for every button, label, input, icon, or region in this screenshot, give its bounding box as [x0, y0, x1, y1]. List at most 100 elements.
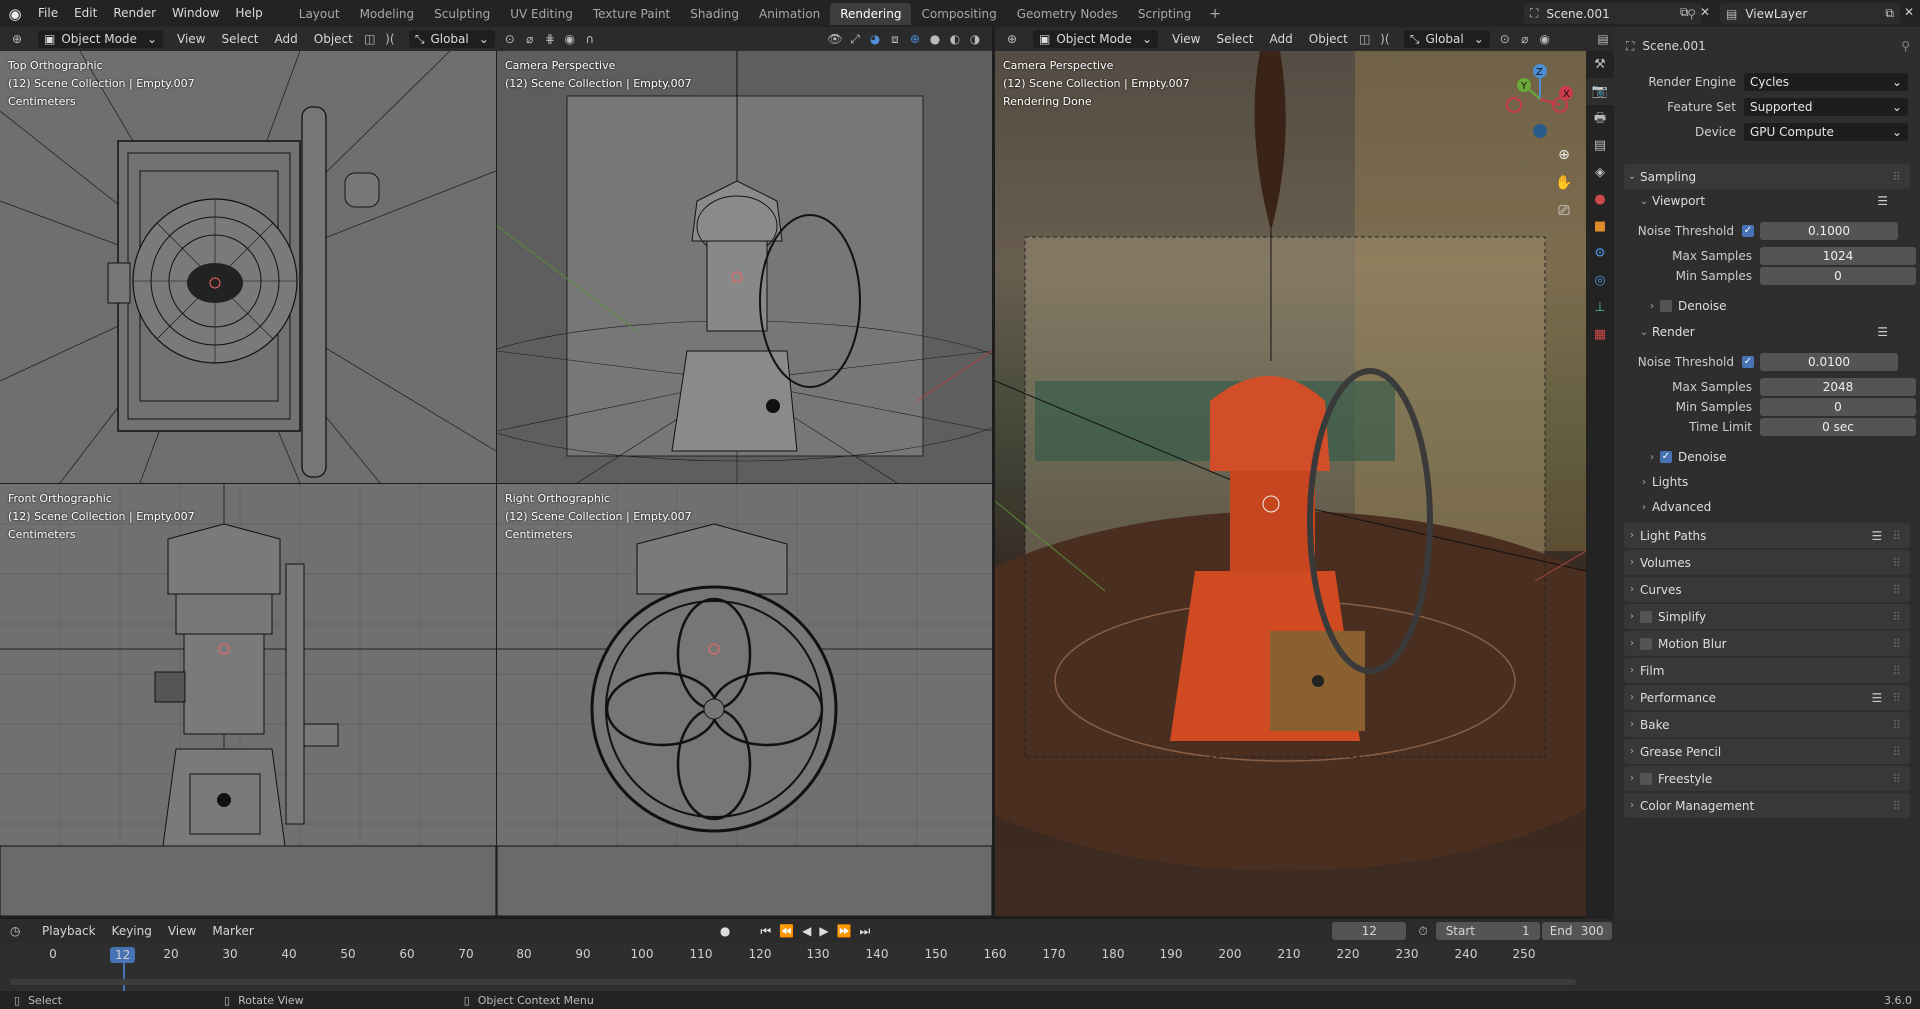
jump-end-icon[interactable]: ⏭ — [860, 924, 871, 939]
timeline-editor-icon[interactable]: ◷ — [10, 924, 34, 938]
presets-list-icon[interactable]: ☰ — [1871, 691, 1882, 705]
tool-tab-icon[interactable]: ⚒ — [1586, 51, 1614, 78]
snap-icon[interactable]: ⌀ — [521, 30, 539, 48]
world-tab-icon[interactable]: ● — [1586, 186, 1614, 213]
menu-view[interactable]: View — [1164, 32, 1208, 46]
overlay-icon[interactable]: ◕ — [866, 30, 884, 48]
simplify-panel[interactable]: › Simplify ⠿ — [1624, 604, 1910, 629]
presets-list-icon[interactable]: ☰ — [1877, 325, 1888, 339]
rendered-shading-icon[interactable]: ◑ — [966, 30, 984, 48]
menu-select[interactable]: Select — [213, 32, 266, 46]
wireframe-shading-icon[interactable]: ⊕ — [906, 30, 924, 48]
snap-curve-icon[interactable]: )( — [1376, 30, 1394, 48]
orientation-dropdown[interactable]: ⤡ Global ⌄ — [408, 30, 495, 48]
drag-handle-icon[interactable]: ⠿ — [1892, 691, 1902, 705]
snap-curve-icon[interactable]: )( — [381, 30, 399, 48]
constraint-tab-icon[interactable]: ⊥ — [1586, 294, 1614, 321]
menu-add[interactable]: Add — [1262, 32, 1301, 46]
record-icon[interactable]: ● — [720, 924, 730, 938]
advanced-subpanel[interactable]: › Advanced — [1630, 496, 1902, 518]
stopwatch-icon[interactable]: ⏱ — [1418, 924, 1427, 939]
simplify-checkbox[interactable] — [1640, 610, 1652, 623]
menu-view[interactable]: View — [169, 32, 213, 46]
render-subpanel-header[interactable]: ⌄ Render ☰ — [1630, 321, 1902, 343]
proportional-edit-icon[interactable]: ◉ — [1536, 30, 1554, 48]
viewport-top-orthographic[interactable]: Top Orthographic (12) Scene Collection |… — [0, 51, 496, 483]
curves-panel[interactable]: › Curves ⠿ — [1624, 577, 1910, 602]
pan-hand-icon[interactable]: ✋ — [1552, 175, 1576, 199]
playhead-frame[interactable]: 12 — [110, 947, 136, 963]
r-denoise-subpanel[interactable]: › ✓ Denoise — [1630, 446, 1902, 468]
view-layer-tab-icon[interactable]: ▤ — [1586, 132, 1614, 159]
snap-target-icon[interactable]: ⋕ — [541, 30, 559, 48]
viewport-camera-wireframe[interactable]: Camera Perspective (12) Scene Collection… — [497, 51, 992, 483]
vp-noise-checkbox[interactable]: ✓ — [1742, 225, 1754, 237]
r-noise-field[interactable]: 0.0100 — [1760, 353, 1898, 371]
presets-list-icon[interactable]: ☰ — [1871, 529, 1882, 543]
light-paths-panel[interactable]: › Light Paths ☰ ⠿ — [1624, 523, 1910, 548]
output-tab-icon[interactable]: 🖶 — [1586, 105, 1614, 132]
tab-animation[interactable]: Animation — [749, 3, 830, 25]
tab-texture-paint[interactable]: Texture Paint — [583, 3, 680, 25]
zoom-icon[interactable]: ⊕ — [1552, 147, 1576, 171]
solid-shading-icon[interactable]: ● — [926, 30, 944, 48]
r-denoise-checkbox[interactable]: ✓ — [1660, 451, 1672, 463]
menu-timeline-view[interactable]: View — [160, 924, 204, 938]
drag-handle-icon[interactable]: ⠿ — [1892, 799, 1902, 813]
tab-modeling[interactable]: Modeling — [350, 3, 425, 25]
physics-tab-icon[interactable]: ◎ — [1586, 267, 1614, 294]
timeline-scrollbar[interactable] — [10, 979, 1576, 985]
volumes-panel[interactable]: › Volumes ⠿ — [1624, 550, 1910, 575]
motion-blur-panel[interactable]: › Motion Blur ⠿ — [1624, 631, 1910, 656]
vp-denoise-checkbox[interactable] — [1660, 300, 1672, 312]
next-keyframe-icon[interactable]: ⏩ — [837, 924, 852, 938]
render-tab-icon[interactable]: 📷 — [1586, 78, 1614, 105]
viewport-rendered-camera[interactable]: Camera Perspective (12) Scene Collection… — [995, 51, 1586, 916]
r-max-samples-field[interactable]: 2048 — [1760, 378, 1916, 396]
viewport-front-orthographic[interactable]: Front Orthographic (12) Scene Collection… — [0, 484, 496, 916]
object-mode-dropdown[interactable]: ▣ Object Mode ⌄ — [38, 30, 163, 48]
delete-scene-icon[interactable]: ✕ — [1700, 5, 1710, 19]
time-limit-field[interactable]: 0 sec — [1760, 418, 1916, 436]
r-noise-checkbox[interactable]: ✓ — [1742, 356, 1754, 368]
menu-render[interactable]: Render — [105, 0, 164, 27]
xray-icon[interactable]: ⧈ — [886, 30, 904, 48]
play-icon[interactable]: ▶ — [819, 924, 828, 938]
pivot-point-icon[interactable]: ⊙ — [1496, 30, 1514, 48]
menu-edit[interactable]: Edit — [66, 0, 105, 27]
scene-selector[interactable]: ⛶ Scene.001 ⚲ — [1524, 3, 1702, 24]
presets-list-icon[interactable]: ☰ — [1877, 194, 1888, 208]
tab-compositing[interactable]: Compositing — [911, 3, 1006, 25]
device-dropdown[interactable]: GPU Compute ⌄ — [1744, 123, 1908, 141]
tab-layout[interactable]: Layout — [289, 3, 350, 25]
end-frame-field[interactable]: End 300 — [1541, 922, 1612, 940]
grease-pencil-panel[interactable]: › Grease Pencil ⠿ — [1624, 739, 1910, 764]
tab-scripting[interactable]: Scripting — [1128, 3, 1201, 25]
viewport-subpanel-header[interactable]: ⌄ Viewport ☰ — [1630, 190, 1902, 212]
drag-handle-icon[interactable]: ⠿ — [1892, 170, 1902, 184]
motion-blur-checkbox[interactable] — [1640, 637, 1652, 650]
prev-keyframe-icon[interactable]: ⏪ — [779, 924, 794, 938]
drag-handle-icon[interactable]: ⠿ — [1892, 556, 1902, 570]
vp-min-samples-field[interactable]: 0 — [1760, 267, 1916, 285]
texture-tab-icon[interactable]: ▦ — [1586, 321, 1614, 348]
add-workspace-icon[interactable]: + — [1201, 6, 1229, 22]
proportional-edit-icon[interactable]: ◉ — [561, 30, 579, 48]
menu-playback[interactable]: Playback — [34, 924, 104, 938]
frame-ruler[interactable]: 0 20 30 40 50 60 70 80 90 100 110 120 13… — [0, 943, 1920, 967]
blender-logo-icon[interactable]: ◉ — [0, 0, 30, 27]
delete-view-layer-icon[interactable]: ✕ — [1904, 5, 1914, 19]
drag-handle-icon[interactable]: ⠿ — [1892, 610, 1902, 624]
camera-view-icon[interactable]: ⎚ — [1552, 203, 1576, 227]
menu-file[interactable]: File — [30, 0, 66, 27]
pin-icon[interactable]: ⚲ — [1901, 39, 1910, 53]
sampling-panel-header[interactable]: ⌄ Sampling ⠿ — [1624, 164, 1910, 189]
freestyle-checkbox[interactable] — [1640, 772, 1652, 785]
menu-window[interactable]: Window — [164, 0, 227, 27]
menu-object[interactable]: Object — [306, 32, 361, 46]
lights-subpanel[interactable]: › Lights — [1630, 471, 1902, 493]
properties-editor-icon[interactable]: ▤ — [1594, 30, 1612, 48]
drag-handle-icon[interactable]: ⠿ — [1892, 664, 1902, 678]
vp-noise-field[interactable]: 0.1000 — [1760, 222, 1898, 240]
start-frame-field[interactable]: Start 1 — [1435, 922, 1540, 940]
